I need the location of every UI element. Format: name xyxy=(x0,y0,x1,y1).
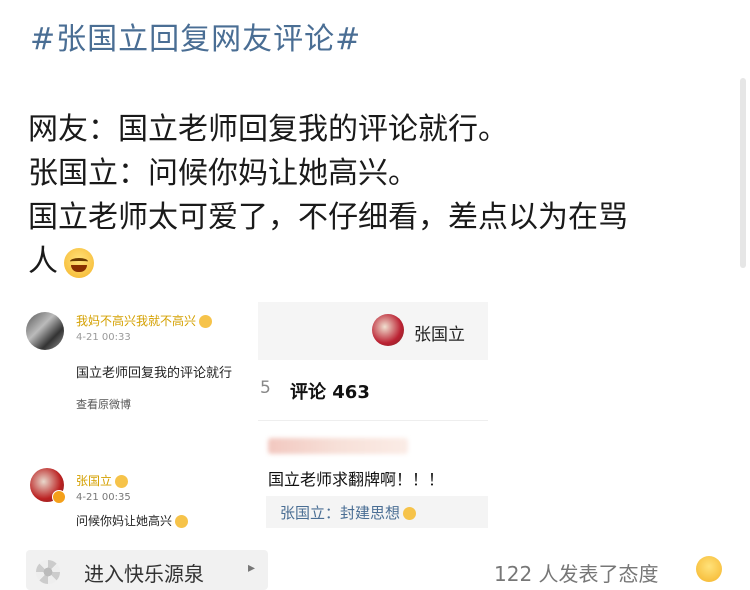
comment-time: 4-21 00:35 xyxy=(76,492,131,503)
comment-time: 4-21 00:33 xyxy=(76,332,131,343)
post-line-3: 国立老师太可爱了，不仔细看，差点以为在骂 xyxy=(28,200,628,235)
comment-username-text[interactable]: 张国立 xyxy=(76,474,112,488)
post-line-2: 张国立：问候你妈让她高兴。 xyxy=(28,156,418,191)
emoji-icon xyxy=(115,475,129,488)
emoji-icon xyxy=(199,315,213,328)
avatar[interactable] xyxy=(26,312,64,350)
tab-previous[interactable]: 5 xyxy=(260,378,271,398)
blurred-username xyxy=(268,438,408,454)
comment-username[interactable]: 我妈不高兴我就不高兴 xyxy=(76,312,213,329)
profile-header: 张国立 xyxy=(258,302,488,360)
comment-text: 国立老师求翻牌啊！！！ xyxy=(268,470,445,489)
enter-happy-source-button[interactable]: 进入快乐源泉 ▸ xyxy=(26,550,268,590)
comment-text: 国立老师回复我的评论就行 xyxy=(76,366,233,381)
view-original-link[interactable]: 查看原微博 xyxy=(76,396,131,412)
screenshot-profile-comments: 张国立 5 评论 463 国立老师求翻牌啊！！！ 张国立：封建思想 xyxy=(258,302,488,528)
comment-text-value: 问候你妈让她高兴 xyxy=(76,514,173,528)
avatar[interactable] xyxy=(372,314,404,346)
reply-text-value: 张国立：封建思想 xyxy=(280,504,401,522)
comment-username[interactable]: 张国立 xyxy=(76,472,129,489)
chevron-right-icon: ▸ xyxy=(248,560,256,576)
emoji-icon xyxy=(403,507,417,520)
post-body: 网友：国立老师回复我的评论就行。 张国立：问候你妈让她高兴。 国立老师太可爱了，… xyxy=(28,108,728,284)
reply-text: 张国立：封建思想 xyxy=(280,502,417,523)
smile-emoji-icon xyxy=(175,515,189,528)
post-line-4: 人 xyxy=(28,240,728,284)
profile-name[interactable]: 张国立 xyxy=(414,320,465,345)
hashtag-title[interactable]: #张国立回复网友评论# xyxy=(30,14,361,58)
emoji-reaction-icon[interactable] xyxy=(696,556,722,582)
flower-icon xyxy=(36,560,60,584)
screenshot-comment-1[interactable]: 我妈不高兴我就不高兴 4-21 00:33 国立老师回复我的评论就行 查看原微博 xyxy=(26,302,254,430)
post-line-1: 网友：国立老师回复我的评论就行。 xyxy=(28,112,508,147)
verified-badge-icon xyxy=(52,490,66,504)
tab-comments[interactable]: 评论 463 xyxy=(290,378,370,404)
comment-username-text[interactable]: 我妈不高兴我就不高兴 xyxy=(76,314,196,328)
avatar[interactable] xyxy=(30,468,66,504)
reaction-count[interactable]: 122 人发表了态度 xyxy=(494,558,659,587)
screenshot-comment-2[interactable]: 张国立 4-21 00:35 问候你妈让她高兴 xyxy=(26,462,252,530)
enter-label: 进入快乐源泉 xyxy=(84,562,204,586)
reply-box[interactable]: 张国立：封建思想 xyxy=(266,496,488,528)
comment-text: 问候你妈让她高兴 xyxy=(76,512,189,529)
scrollbar[interactable] xyxy=(740,78,746,268)
post-line-4-text: 人 xyxy=(28,244,58,279)
laughing-emoji-icon xyxy=(64,247,94,278)
tab-bar: 5 评论 463 xyxy=(258,366,488,421)
